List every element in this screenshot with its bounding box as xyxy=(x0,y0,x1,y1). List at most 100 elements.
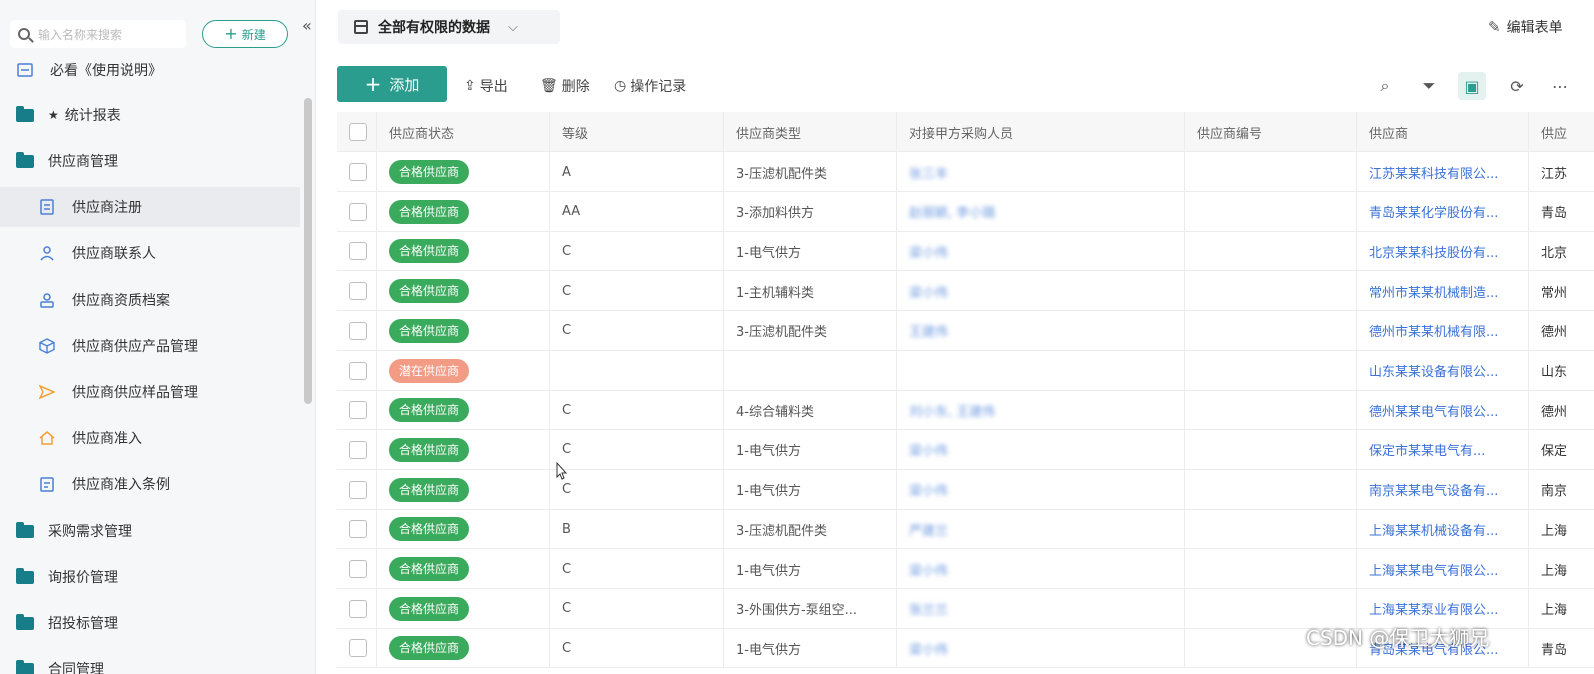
filter-icon[interactable]: ⏷ xyxy=(1415,72,1443,100)
supplier-cell[interactable]: 保定市某某电气有... xyxy=(1357,429,1529,470)
table-row[interactable]: 合格供应商 C 1-电气供方 梁小伟 保定市某某电气有... 保定 xyxy=(337,429,1594,470)
row-checkbox[interactable] xyxy=(349,361,367,380)
sidebar-item-2[interactable]: ★ 统计报表 xyxy=(0,95,300,135)
checkbox-cell[interactable] xyxy=(337,350,377,391)
supplier-link[interactable]: 上海某某泵业有限公... xyxy=(1369,599,1498,618)
column-header[interactable]: 供应商状态 xyxy=(377,112,550,152)
supplier-link[interactable]: 山东某某设备有限公... xyxy=(1369,361,1498,380)
row-checkbox[interactable] xyxy=(349,242,367,261)
add-button[interactable]: + 添加 xyxy=(337,66,447,102)
sidebar-item-4[interactable]: 供应商注册 xyxy=(0,187,300,227)
sidebar-item-12[interactable]: 询报价管理 xyxy=(0,557,300,597)
row-checkbox[interactable] xyxy=(349,321,367,340)
checkbox-cell[interactable] xyxy=(337,509,377,550)
select-all-checkbox[interactable] xyxy=(349,123,367,141)
row-checkbox[interactable] xyxy=(349,480,367,499)
column-header[interactable]: 对接甲方采购人员 xyxy=(897,112,1185,152)
table-row[interactable]: 合格供应商 C 1-主机辅料类 梁小伟 常州市某某机械制造... 常州 xyxy=(337,271,1594,312)
header-checkbox-cell[interactable] xyxy=(337,112,377,152)
column-header[interactable]: 供应商 xyxy=(1357,112,1529,152)
table-row[interactable]: 潜在供应商 山东某某设备有限公... 山东 xyxy=(337,350,1594,391)
edit-form-button[interactable]: ✎ 编辑表单 xyxy=(1488,16,1563,38)
checkbox-cell[interactable] xyxy=(337,310,377,351)
checkbox-cell[interactable] xyxy=(337,429,377,470)
checkbox-cell[interactable] xyxy=(337,191,377,232)
checkbox-cell[interactable] xyxy=(337,231,377,272)
sidebar-item-6[interactable]: 供应商资质档案 xyxy=(0,280,300,320)
supplier-cell[interactable]: 山东某某设备有限公... xyxy=(1357,350,1529,391)
sidebar-item-8[interactable]: 供应商供应样品管理 xyxy=(0,372,300,412)
sidebar-item-3[interactable]: 供应商管理 xyxy=(0,141,300,181)
checkbox-cell[interactable] xyxy=(337,390,377,431)
supplier-cell[interactable]: 北京某某科技股份有... xyxy=(1357,231,1529,272)
checkbox-cell[interactable] xyxy=(337,152,377,192)
column-header[interactable]: 供应商编号 xyxy=(1185,112,1357,152)
checkbox-cell[interactable] xyxy=(337,588,377,629)
column-header[interactable]: 供应 xyxy=(1529,112,1594,152)
row-checkbox[interactable] xyxy=(349,599,367,618)
table-row[interactable]: 合格供应商 C 1-电气供方 梁小伟 南京某某电气设备有... 南京 xyxy=(337,469,1594,510)
supplier-cell[interactable]: 南京某某电气设备有... xyxy=(1357,469,1529,510)
sidebar-item-9[interactable]: 供应商准入 xyxy=(0,418,300,458)
supplier-link[interactable]: 德州市某某机械有限... xyxy=(1369,321,1498,340)
supplier-link[interactable]: 南京某某电气设备有... xyxy=(1369,480,1498,499)
refresh-icon[interactable]: ⟳ xyxy=(1503,72,1531,100)
search-icon[interactable]: ⌕ xyxy=(1371,72,1399,100)
history-button[interactable]: ◷ 操作记录 xyxy=(614,75,686,97)
table-row[interactable]: 合格供应商 C 3-压滤机配件类 王建伟 德州市某某机械有限... 德州 xyxy=(337,310,1594,351)
more-icon[interactable]: ⋯ xyxy=(1546,72,1574,100)
row-checkbox[interactable] xyxy=(349,163,367,181)
table-row[interactable]: 合格供应商 C 1-电气供方 梁小伟 上海某某电气有限公... 上海 xyxy=(337,549,1594,589)
checkbox-cell[interactable] xyxy=(337,549,377,589)
sidebar-item-13[interactable]: 招投标管理 xyxy=(0,603,300,643)
supplier-link[interactable]: 北京某某科技股份有... xyxy=(1369,242,1498,261)
delete-button[interactable]: 🗑 删除 xyxy=(540,75,590,97)
row-checkbox[interactable] xyxy=(349,560,367,578)
supplier-cell[interactable]: 青岛某某化学股份有... xyxy=(1357,191,1529,232)
table-row[interactable]: 合格供应商 A 3-压滤机配件类 张三丰 江苏某某科技有限公... 江苏 xyxy=(337,152,1594,192)
export-button[interactable]: ⇪ 导出 xyxy=(464,75,508,97)
row-checkbox[interactable] xyxy=(349,401,367,420)
supplier-cell[interactable]: 德州某某电气有限公... xyxy=(1357,390,1529,431)
column-header[interactable]: 等级 xyxy=(550,112,724,152)
table-row[interactable]: 合格供应商 C 4-综合辅料类 刘小东, 王建伟 德州某某电气有限公... 德州 xyxy=(337,390,1594,431)
supplier-cell[interactable]: 德州市某某机械有限... xyxy=(1357,310,1529,351)
comment-icon[interactable]: ▣ xyxy=(1458,72,1486,100)
view-selector[interactable]: 全部有权限的数据 ⌵ xyxy=(338,10,560,44)
sidebar-item-5[interactable]: 供应商联系人 xyxy=(0,233,300,273)
supplier-cell[interactable]: 上海某某电气有限公... xyxy=(1357,549,1529,589)
table-row[interactable]: 合格供应商 C 1-电气供方 梁小伟 北京某某科技股份有... 北京 xyxy=(337,231,1594,272)
row-checkbox[interactable] xyxy=(349,520,367,539)
new-button[interactable]: + 新建 xyxy=(202,20,288,48)
supplier-link[interactable]: 上海某某电气有限公... xyxy=(1369,560,1498,579)
supplier-link[interactable]: 常州市某某机械制造... xyxy=(1369,282,1498,301)
row-checkbox[interactable] xyxy=(349,202,367,221)
table-row[interactable]: 合格供应商 AA 3-添加料供方 赵丽颖, 李小璐 青岛某某化学股份有... 青岛 xyxy=(337,191,1594,232)
table-row[interactable]: 合格供应商 B 3-压滤机配件类 严建兰 上海某某机械设备有... 上海 xyxy=(337,509,1594,550)
search-input[interactable]: 输入名称来搜索 xyxy=(10,20,186,48)
sidebar-scrollbar[interactable] xyxy=(304,98,312,404)
column-header[interactable]: 供应商类型 xyxy=(724,112,897,152)
checkbox-cell[interactable] xyxy=(337,271,377,312)
supplier-cell[interactable]: 常州市某某机械制造... xyxy=(1357,271,1529,312)
row-checkbox[interactable] xyxy=(349,440,367,459)
row-checkbox[interactable] xyxy=(349,639,367,658)
sidebar-item-7[interactable]: 供应商供应产品管理 xyxy=(0,326,300,366)
sidebar-item-14[interactable]: 合同管理 xyxy=(0,649,300,674)
checkbox-cell[interactable] xyxy=(337,628,377,669)
supplier-link[interactable]: 保定市某某电气有... xyxy=(1369,440,1485,459)
sidebar-item-10[interactable]: 供应商准入条例 xyxy=(0,464,300,504)
supplier-link[interactable]: 上海某某机械设备有... xyxy=(1369,520,1498,539)
supplier-link[interactable]: 德州某某电气有限公... xyxy=(1369,401,1498,420)
supplier-link[interactable]: 青岛某某化学股份有... xyxy=(1369,202,1498,221)
sidebar-item-11[interactable]: 采购需求管理 xyxy=(0,511,300,551)
sidebar-item-1[interactable]: 必看《使用说明》 xyxy=(0,50,300,90)
supplier-cell[interactable]: 江苏某某科技有限公... xyxy=(1357,152,1529,192)
grade-cell: A xyxy=(550,152,724,192)
supplier-link[interactable]: 江苏某某科技有限公... xyxy=(1369,163,1498,182)
collapse-sidebar-icon[interactable]: « xyxy=(302,16,316,36)
grade-value: C xyxy=(562,482,572,498)
row-checkbox[interactable] xyxy=(349,282,367,301)
supplier-cell[interactable]: 上海某某机械设备有... xyxy=(1357,509,1529,550)
checkbox-cell[interactable] xyxy=(337,469,377,510)
